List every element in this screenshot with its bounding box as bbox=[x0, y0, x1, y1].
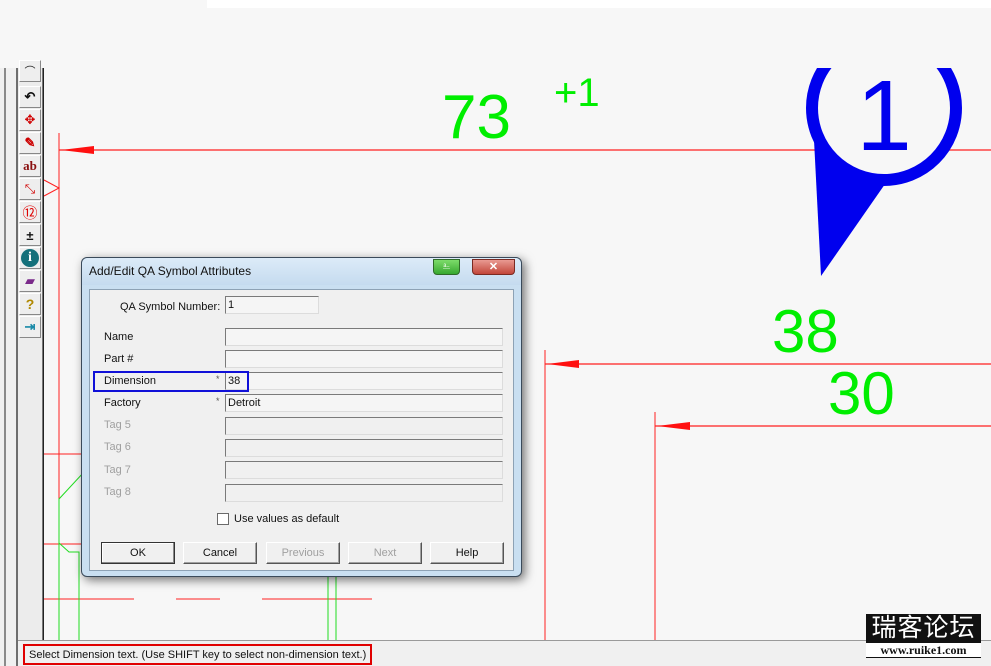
dimension-icon: ⤡ bbox=[24, 181, 36, 196]
left-window-frame bbox=[0, 68, 18, 666]
tool-text[interactable]: ab bbox=[19, 155, 41, 177]
top-blank-area bbox=[0, 0, 991, 68]
arrowhead bbox=[657, 422, 690, 430]
tag8-input[interactable] bbox=[225, 484, 503, 502]
arrowhead bbox=[547, 360, 579, 368]
part-number-input[interactable] bbox=[225, 350, 503, 368]
tag5-input[interactable] bbox=[225, 417, 503, 435]
qa-symbol-number-input[interactable] bbox=[225, 296, 319, 314]
tag6-input[interactable] bbox=[225, 439, 503, 457]
dimension-highlight-box bbox=[93, 371, 249, 392]
leader-line bbox=[44, 179, 61, 197]
top-strip bbox=[207, 0, 991, 8]
close-icon: ✕ bbox=[488, 261, 499, 273]
close-button[interactable]: ✕ bbox=[472, 259, 515, 275]
watermark-url: www.ruike1.com bbox=[866, 643, 981, 657]
tool-exit[interactable]: ⇥ bbox=[19, 316, 41, 338]
dim-73-tolerance[interactable]: +1 bbox=[554, 71, 600, 115]
tool-tolerance[interactable]: ± bbox=[19, 224, 41, 246]
tool-move[interactable]: ✥ bbox=[19, 109, 41, 131]
tool-lasso-select[interactable]: ⌒ bbox=[19, 60, 41, 82]
field-label-tag8: Tag 8 bbox=[104, 486, 131, 498]
dim-30-text[interactable]: 30 bbox=[828, 360, 895, 427]
factory-input[interactable] bbox=[225, 394, 503, 412]
required-marker: * bbox=[216, 396, 220, 406]
next-button[interactable]: Next bbox=[348, 542, 422, 564]
field-label-tag7: Tag 7 bbox=[104, 464, 131, 476]
ok-button[interactable]: OK bbox=[101, 542, 175, 564]
dim-38-text[interactable]: 38 bbox=[772, 298, 839, 365]
field-label-tag5: Tag 5 bbox=[104, 419, 131, 431]
field-label-name: Name bbox=[104, 331, 134, 343]
watermark: 瑞客论坛 www.ruike1.com bbox=[866, 614, 981, 658]
dialog-titlebar[interactable]: Add/Edit QA Symbol Attributes ⎁ ✕ bbox=[82, 258, 521, 285]
vertical-toolbar: ⌒ ↶ ✥ ✎ ab ⤡ ⑫ ± i ▰ ? ⇥ bbox=[18, 60, 43, 642]
tool-book[interactable]: ▰ bbox=[19, 270, 41, 292]
status-text: Select Dimension text. (Use SHIFT key to… bbox=[23, 644, 373, 665]
help-button[interactable]: Help bbox=[430, 542, 504, 564]
dim-73-text[interactable]: 73 bbox=[442, 83, 511, 152]
dimension-input[interactable] bbox=[225, 372, 503, 390]
status-bar: Select Dimension text. (Use SHIFT key to… bbox=[18, 640, 991, 666]
arrowhead bbox=[61, 146, 94, 154]
use-default-label: Use values as default bbox=[234, 513, 340, 525]
part-edge bbox=[58, 542, 80, 640]
move-axes-icon: ✥ bbox=[24, 112, 36, 127]
tool-help[interactable]: ? bbox=[19, 293, 41, 315]
dialog-title: Add/Edit QA Symbol Attributes bbox=[89, 264, 252, 278]
tool-dimension[interactable]: ⤡ bbox=[19, 178, 41, 200]
field-label-factory: Factory bbox=[104, 397, 141, 409]
name-input[interactable] bbox=[225, 328, 503, 346]
qa-balloon[interactable]: 1 bbox=[806, 68, 962, 276]
tool-balloon[interactable]: ⑫ bbox=[19, 201, 41, 223]
qa-symbol-number-label: QA Symbol Number: bbox=[120, 301, 221, 313]
previous-button[interactable]: Previous bbox=[266, 542, 340, 564]
balloon-12-icon: ⑫ bbox=[22, 204, 38, 222]
minimize-icon: ⎁ bbox=[442, 261, 451, 272]
dialog-body: QA Symbol Number: Name Part # Dimension … bbox=[89, 289, 514, 571]
field-label-tag6: Tag 6 bbox=[104, 441, 131, 453]
balloon-number: 1 bbox=[856, 68, 912, 172]
tool-pencil[interactable]: ✎ bbox=[19, 132, 41, 154]
help-question-icon: ? bbox=[25, 296, 35, 312]
text-ab-icon: ab bbox=[23, 158, 37, 173]
qa-attributes-dialog: Add/Edit QA Symbol Attributes ⎁ ✕ QA Sym… bbox=[81, 257, 522, 577]
undo-arrow-icon: ↶ bbox=[24, 89, 36, 104]
pencil-icon: ✎ bbox=[24, 135, 36, 150]
exit-door-icon: ⇥ bbox=[24, 319, 36, 334]
tolerance-icon: ± bbox=[26, 227, 34, 243]
tool-info[interactable]: i bbox=[19, 247, 41, 269]
field-label-part: Part # bbox=[104, 353, 134, 365]
book-icon: ▰ bbox=[25, 273, 35, 288]
use-default-checkbox[interactable] bbox=[217, 513, 229, 525]
tag7-input[interactable] bbox=[225, 461, 503, 479]
cancel-button[interactable]: Cancel bbox=[183, 542, 257, 564]
info-icon: i bbox=[21, 249, 39, 267]
tool-undo[interactable]: ↶ bbox=[19, 86, 41, 108]
lasso-select-icon: ⌒ bbox=[24, 66, 36, 78]
watermark-cn: 瑞客论坛 bbox=[871, 613, 976, 642]
minimize-button[interactable]: ⎁ bbox=[433, 259, 460, 275]
